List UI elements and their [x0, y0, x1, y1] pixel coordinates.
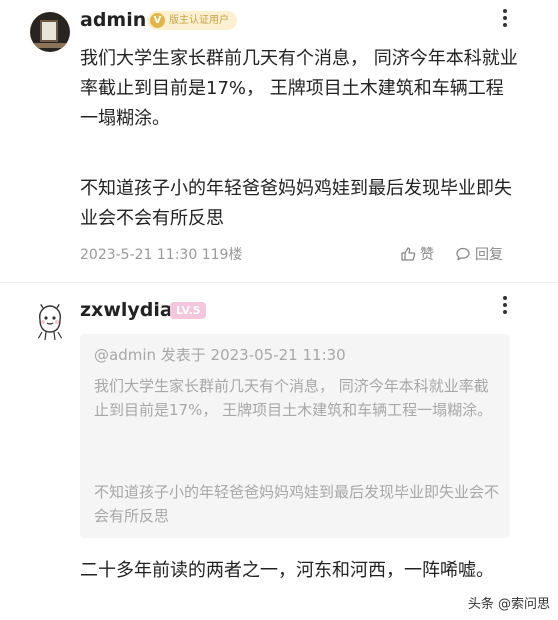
post-content-paragraph: 不知道孩子小的年轻爸爸妈妈鸡娃到最后发现毕业即失业会不会有所反思	[80, 178, 512, 229]
verified-badge-label: 版主认证用户	[169, 15, 229, 26]
post-meta: 2023-5-21 11:30 119楼	[80, 244, 242, 264]
level-badge: LV.5	[170, 302, 207, 319]
avatar[interactable]	[30, 302, 70, 342]
quote-paragraph: 我们大学生家长群前几天有个消息， 同济今年本科就业率截止到目前是17%， 王牌项…	[94, 377, 493, 419]
like-button[interactable]: 赞	[400, 244, 434, 264]
post-content-paragraph: 我们大学生家长群前几天有个消息， 同济今年本科就业率截止到目前是17%， 王牌项…	[80, 48, 518, 129]
username[interactable]: admin	[80, 9, 146, 31]
reply-label: 回复	[475, 247, 503, 263]
thumbs-up-icon	[401, 247, 416, 261]
verified-badge: V 版主认证用户	[147, 11, 237, 30]
quoted-post: @admin 发表于 2023-05-21 11:30 我们大学生家长群前几天有…	[80, 334, 510, 538]
quote-header[interactable]: @admin 发表于 2023-05-21 11:30	[94, 344, 346, 365]
reply-button[interactable]: 回复	[455, 244, 503, 264]
more-vertical-icon[interactable]	[502, 296, 508, 318]
watermark: 头条 @索问思	[467, 597, 550, 612]
timestamp: 2023-5-21 11:30	[80, 247, 198, 263]
floor-number: 119楼	[201, 247, 243, 263]
more-vertical-icon[interactable]	[502, 9, 508, 31]
comment-bubble-icon	[456, 247, 470, 261]
quote-paragraph: 不知道孩子小的年轻爸爸妈妈鸡娃到最后发现毕业即失业会不会有所反思	[94, 483, 500, 525]
reply-content: 二十多年前读的两者之一，河东和河西，一阵唏嘘。	[80, 560, 494, 581]
avatar[interactable]	[30, 12, 70, 52]
username[interactable]: zxwlydia	[80, 299, 173, 321]
post-admin: admin V 版主认证用户 我们大学生家长群前几天有个消息， 同济今年本科就业…	[0, 0, 558, 282]
like-label: 赞	[420, 247, 434, 263]
verified-icon: V	[150, 13, 165, 28]
